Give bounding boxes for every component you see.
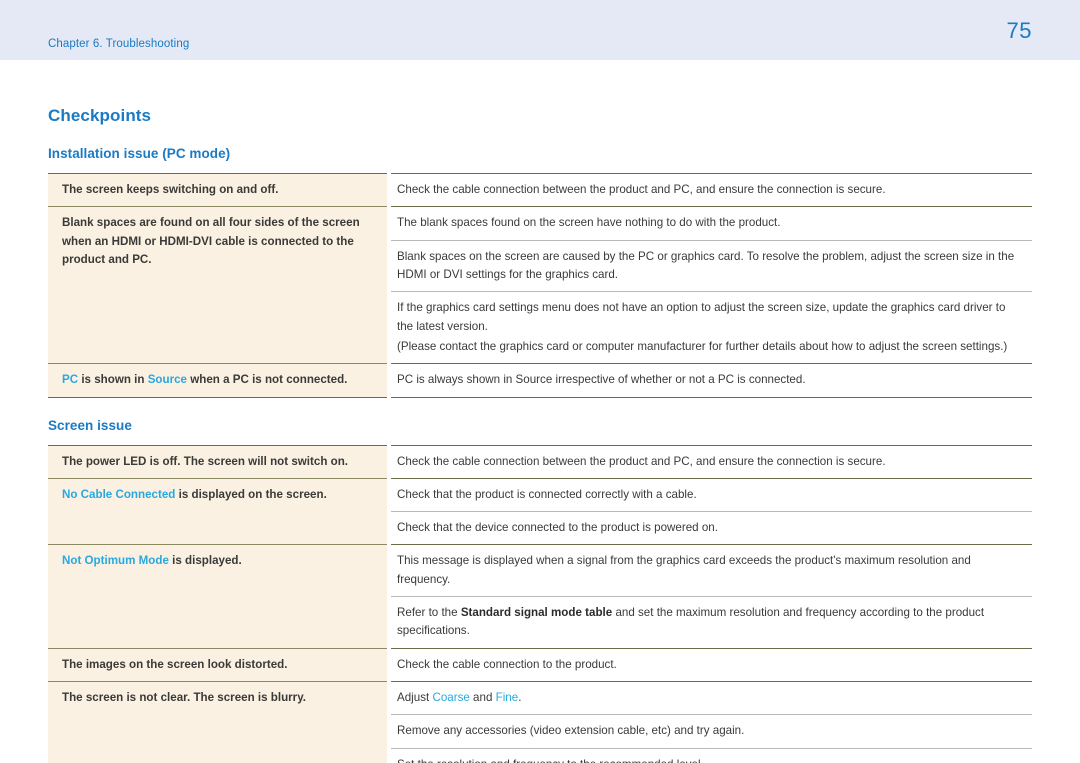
text-run: The screen keeps switching on and off.: [62, 183, 279, 196]
solution-cell: Set the resolution and frequency to the …: [389, 748, 1032, 763]
text-run: Check the cable connection between the p…: [397, 454, 886, 468]
symptom-cell: No Cable Connected is displayed on the s…: [48, 478, 391, 546]
symptom-cell: The screen is not clear. The screen is b…: [48, 681, 391, 763]
page-header-band: Chapter 6. Troubleshooting 75: [0, 0, 1080, 60]
troubleshooting-table: The power LED is off. The screen will no…: [48, 444, 1032, 763]
text-run: This message is displayed when a signal …: [397, 554, 971, 586]
document-page: Chapter 6. Troubleshooting 75 Checkpoint…: [0, 0, 1080, 763]
solution-cell: Check the cable connection between the p…: [389, 173, 1032, 208]
text-run: is displayed on the screen.: [175, 487, 327, 501]
text-run: Adjust: [397, 691, 433, 704]
table-row: PC is shown in Source when a PC is not c…: [48, 363, 1032, 397]
symptom-cell: Blank spaces are found on all four sides…: [48, 206, 391, 365]
solution-cell: This message is displayed when a signal …: [389, 544, 1032, 598]
text-run: The screen is not clear. The screen is b…: [62, 691, 307, 704]
text-run: PC is always shown in Source irrespectiv…: [397, 373, 806, 387]
symptom-cell: The images on the screen look distorted.: [48, 648, 391, 683]
solution-cell: Adjust Coarse and Fine.: [389, 681, 1032, 716]
section-heading: Screen issue: [48, 417, 132, 433]
text-run: is displayed.: [168, 554, 242, 568]
ui-term-highlight: Coarse: [432, 691, 470, 704]
troubleshooting-table: The screen keeps switching on and off. Ch…: [48, 173, 1032, 398]
text-run: If the graphics card settings menu does …: [397, 301, 1006, 333]
table-row: The images on the screen look distorted.…: [48, 648, 1032, 683]
text-run: Set the resolution and frequency to the …: [397, 758, 704, 763]
text-run: Refer to the: [397, 606, 461, 620]
solution-cell: Check the cable connection between the p…: [389, 445, 1032, 479]
text-run: and: [469, 691, 496, 704]
text-run: Check that the device connected to the p…: [397, 521, 718, 535]
table-row: The power LED is off. The screen will no…: [48, 445, 1032, 479]
reference-term: Standard signal mode table: [460, 606, 613, 620]
page-number: 75: [1006, 18, 1032, 43]
symptom-cell: The screen keeps switching on and off.: [48, 173, 391, 208]
solution-cell: Check that the device connected to the p…: [389, 511, 1032, 546]
text-run: The power LED is off. The screen will no…: [62, 454, 349, 468]
solution-cell: If the graphics card settings menu does …: [389, 291, 1032, 365]
text-run: .: [518, 691, 522, 704]
text-run: Remove any accessories (video extension …: [397, 724, 745, 738]
text-run: (Please contact the graphics card or com…: [397, 339, 1008, 353]
table-row: The screen keeps switching on and off. Ch…: [48, 173, 1032, 208]
solution-cell: Check that the product is connected corr…: [389, 478, 1032, 513]
ui-term-highlight: PC: [62, 373, 79, 387]
text-run: when a PC is not connected.: [187, 373, 348, 387]
chapter-label: Chapter 6. Troubleshooting: [48, 38, 190, 50]
text-run: The blank spaces found on the screen hav…: [397, 216, 781, 230]
solution-cell: Remove any accessories (video extension …: [389, 714, 1032, 749]
text-run: Blank spaces on the screen are caused by…: [397, 249, 1015, 281]
text-run: The images on the screen look distorted.: [62, 657, 288, 671]
paragraph-break: [397, 336, 1024, 338]
text-run: is shown in: [78, 373, 148, 387]
text-run: Blank spaces are found on all four sides…: [62, 216, 360, 266]
page-title: Checkpoints: [48, 106, 152, 125]
text-run: Check the cable connection between the p…: [397, 183, 886, 196]
symptom-cell: Not Optimum Mode is displayed.: [48, 544, 391, 649]
solution-cell: Check the cable connection to the produc…: [389, 648, 1032, 683]
ui-term-highlight: Fine: [495, 691, 519, 704]
section-heading: Installation issue (PC mode): [48, 146, 231, 161]
solution-cell: Blank spaces on the screen are caused by…: [389, 240, 1032, 293]
solution-cell: PC is always shown in Source irrespectiv…: [389, 363, 1032, 397]
page-content: Checkpoints Installation issue (PC mode)…: [0, 60, 1080, 763]
table-row: The screen is not clear. The screen is b…: [48, 681, 1032, 763]
solution-cell: Refer to the Standard signal mode table …: [389, 596, 1032, 649]
ui-term-highlight: Not Optimum Mode: [62, 554, 169, 568]
ui-term-highlight: No Cable Connected: [62, 487, 176, 501]
text-run: Check the cable connection to the produc…: [397, 657, 617, 671]
sections-container: Installation issue (PC mode) The screen k…: [48, 146, 1032, 763]
symptom-cell: PC is shown in Source when a PC is not c…: [48, 363, 391, 397]
text-run: Check that the product is connected corr…: [397, 487, 697, 501]
ui-term-highlight: Source: [147, 373, 187, 387]
solution-cell: The blank spaces found on the screen hav…: [389, 206, 1032, 241]
symptom-cell: The power LED is off. The screen will no…: [48, 445, 391, 479]
table-row: Not Optimum Mode is displayed. This messa…: [48, 544, 1032, 649]
table-row: No Cable Connected is displayed on the s…: [48, 478, 1032, 546]
table-row: Blank spaces are found on all four sides…: [48, 206, 1032, 365]
